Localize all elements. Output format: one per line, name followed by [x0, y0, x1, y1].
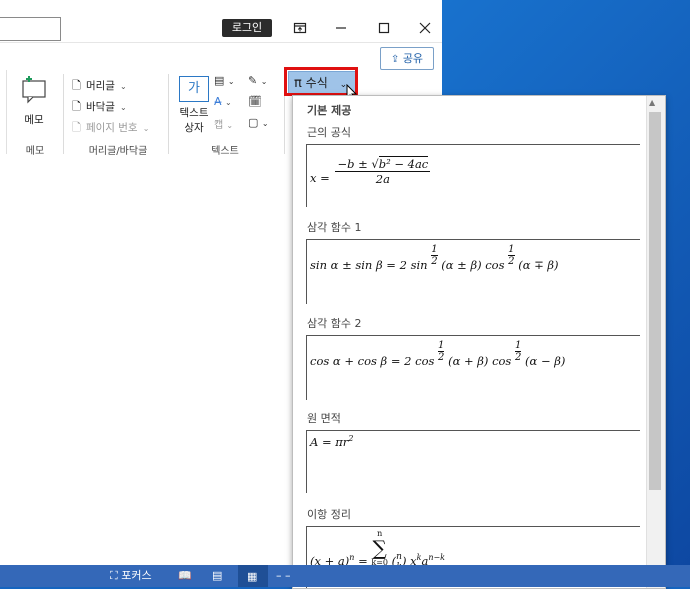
- separator: [6, 70, 7, 154]
- web-layout-icon: ▦: [247, 570, 258, 583]
- scroll-up-icon[interactable]: ▲: [649, 98, 655, 107]
- equation-gallery: 기본 제공 근의 공식 x = −b ± √b² − 4ac 2a 삼각 함수 …: [292, 95, 666, 589]
- web-layout-button[interactable]: ▦: [238, 565, 268, 587]
- chevron-down-icon: ⌄: [120, 103, 127, 112]
- gallery-item-equation: A = πr2: [310, 434, 354, 449]
- page-number-label: 페이지 번호: [85, 122, 138, 134]
- status-bar: ⛶ 포커스 📖 ▤ ▦ – –: [0, 565, 690, 587]
- separator: [168, 74, 169, 154]
- textbox-button[interactable]: 가 텍스트 상자: [178, 76, 210, 135]
- focus-icon: ⛶: [110, 569, 118, 582]
- title-bar: 로그인: [0, 0, 442, 42]
- divider: [0, 42, 442, 43]
- print-layout-icon[interactable]: ▤: [212, 565, 222, 587]
- login-button[interactable]: 로그인: [222, 19, 272, 37]
- header-icon: 🗋: [72, 79, 81, 92]
- gallery-item-circle-area[interactable]: A = πr2: [306, 430, 640, 493]
- search-box[interactable]: [0, 17, 61, 41]
- header-button[interactable]: 🗋 머리글 ⌄: [72, 74, 127, 96]
- footer-button[interactable]: 🗋 바닥글 ⌄: [72, 95, 127, 117]
- page-number-button[interactable]: 🗋 페이지 번호 ⌄: [72, 116, 149, 138]
- gallery-item-label: 원 면적: [307, 412, 341, 425]
- minimize-icon[interactable]: [326, 13, 356, 43]
- wordart-icon[interactable]: A̶ ⌄: [214, 95, 232, 108]
- gallery-item-trig-identity-1[interactable]: sin α ± sin β = 2 sin 12 (α ± β) cos 12 …: [306, 239, 640, 304]
- share-label: 공유: [402, 52, 424, 65]
- page-number-icon: 🗋: [72, 121, 81, 134]
- maximize-icon[interactable]: [369, 13, 399, 43]
- textbox-icon: 가: [179, 76, 209, 102]
- close-icon[interactable]: [410, 13, 440, 43]
- scrollbar-thumb[interactable]: [649, 112, 661, 490]
- header-label: 머리글: [85, 80, 115, 92]
- ribbon-display-icon[interactable]: [285, 13, 315, 43]
- gallery-item-label: 삼각 함수 1: [307, 221, 362, 234]
- gallery-item-equation: sin α ± sin β = 2 sin 12 (α ± β) cos 12 …: [310, 244, 559, 272]
- memo-label: 메모: [24, 114, 44, 126]
- gallery-item-label: 근의 공식: [307, 126, 351, 139]
- chevron-down-icon: ⌄: [120, 82, 127, 91]
- footer-label: 바닥글: [85, 101, 115, 113]
- gallery-item-label: 이항 정리: [307, 508, 351, 521]
- group-memo-label: 메모: [25, 146, 45, 157]
- gallery-item-equation: (x + a)n = n ∑ k=0 (nk) xkan−k: [310, 529, 446, 572]
- gallery-section-title: 기본 제공: [307, 104, 352, 117]
- gallery-item-label: 삼각 함수 2: [307, 317, 362, 330]
- signature-line-icon[interactable]: ✎ ⌄: [248, 74, 267, 87]
- memo-icon: [22, 76, 46, 104]
- focus-button[interactable]: ⛶ 포커스: [110, 565, 152, 587]
- quick-parts-icon[interactable]: ▤ ⌄: [214, 74, 235, 87]
- footer-icon: 🗋: [72, 100, 81, 113]
- date-time-icon[interactable]: 🗓: [248, 95, 262, 108]
- gallery-item-equation: cos α + cos β = 2 cos 12 (α + β) cos 12 …: [310, 340, 566, 368]
- focus-label: 포커스: [121, 569, 152, 582]
- gallery-item-equation: x = −b ± √b² − 4ac 2a: [310, 156, 431, 186]
- gallery-item-trig-identity-2[interactable]: cos α + cos β = 2 cos 12 (α + β) cos 12 …: [306, 335, 640, 400]
- textbox-label-line1: 텍스트: [179, 107, 209, 119]
- drop-cap-icon: 캡 ⌄: [214, 120, 234, 131]
- chevron-down-icon: ⌄: [142, 124, 150, 133]
- object-icon[interactable]: ▢ ⌄: [248, 116, 269, 129]
- read-mode-icon[interactable]: 📖: [178, 565, 192, 587]
- group-header-footer-label: 머리글/바닥글: [88, 146, 148, 157]
- group-text-label: 텍스트: [211, 146, 239, 157]
- share-button[interactable]: ⇪ 공유: [380, 47, 434, 70]
- zoom-slider[interactable]: – –: [276, 565, 291, 587]
- separator: [63, 74, 64, 154]
- gallery-item-quadratic-formula[interactable]: x = −b ± √b² − 4ac 2a: [306, 144, 640, 207]
- textbox-label-line2: 상자: [184, 122, 204, 134]
- memo-button[interactable]: 메모: [20, 76, 48, 127]
- share-icon: ⇪: [390, 54, 400, 65]
